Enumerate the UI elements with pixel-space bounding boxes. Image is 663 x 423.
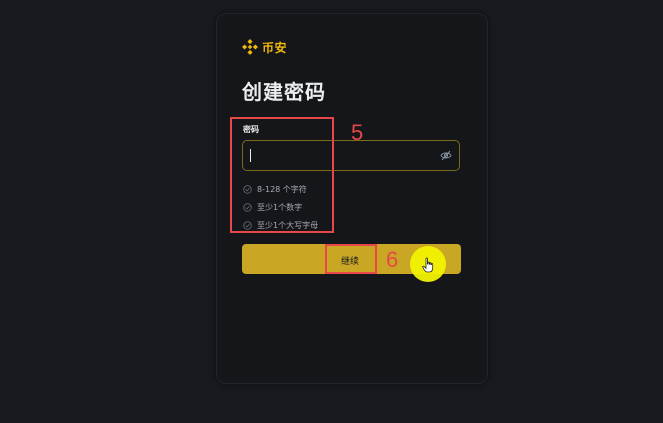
eye-slash-icon[interactable] (440, 150, 452, 161)
annotation-number-5: 5 (351, 120, 364, 145)
annotation-box-5 (230, 117, 334, 233)
binance-logo-icon (242, 39, 258, 55)
brand-name: 币安 (262, 40, 288, 55)
screen: 币安 创建密码 密码 8-128 个字符 至少1个数字 至少1个大写字母 继续 … (0, 0, 663, 423)
brand-logo: 币安 (242, 38, 287, 56)
annotation-number-6: 6 (386, 247, 399, 272)
annotation-box-6 (325, 244, 377, 274)
page-title: 创建密码 (242, 80, 326, 104)
hand-pointer-icon (422, 257, 434, 273)
